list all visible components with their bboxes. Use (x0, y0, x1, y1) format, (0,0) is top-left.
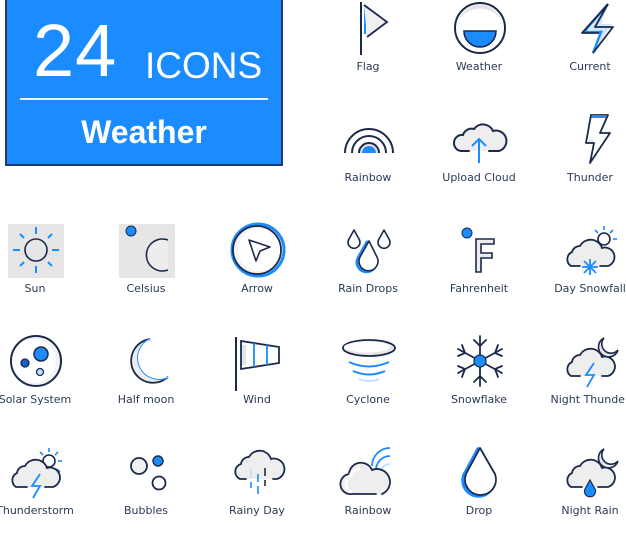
flag-icon (360, 2, 389, 55)
navigation-arrow-icon (230, 222, 286, 278)
icon-item-weather[interactable]: Weather (424, 0, 534, 100)
day-snowfall-icon (566, 226, 617, 275)
icon-label: Thunder (567, 171, 613, 184)
icon-item-upload-cloud[interactable]: Upload Cloud (424, 111, 534, 211)
banner-subtitle: Weather (81, 114, 207, 150)
snowflake-icon (457, 335, 503, 387)
icon-item-half-moon[interactable]: Half moon (91, 333, 201, 433)
icon-label: Day Snowfall (554, 282, 626, 295)
upload-cloud-icon (452, 123, 508, 163)
sun-icon (13, 227, 59, 273)
fahrenheit-icon (461, 227, 495, 273)
icon-item-current[interactable]: Current (535, 0, 626, 100)
night-rain-icon (566, 448, 619, 498)
cyclone-icon (342, 339, 396, 382)
icon-item-celsius[interactable]: Celsius (91, 222, 201, 322)
icon-item-night-rain[interactable]: Night Rain (535, 444, 626, 544)
icon-item-rainbow[interactable]: Rainbow (313, 111, 423, 211)
icon-label: Night Thunder (550, 393, 626, 406)
icon-item-fahrenheit[interactable]: Fahrenheit (424, 222, 534, 322)
icon-item-cloud-rainbow[interactable]: Rainbow (313, 444, 423, 544)
icon-item-wind[interactable]: Wind (202, 333, 312, 433)
icon-item-day-snowfall[interactable]: Day Snowfall (535, 222, 626, 322)
icon-item-night-thunder[interactable]: Night Thunder (535, 333, 626, 433)
bubbles-icon (130, 455, 167, 491)
banner-divider (20, 98, 268, 100)
icon-item-rain-drops[interactable]: Rain Drops (313, 222, 423, 322)
icon-item-thunderstorm[interactable]: Thunderstorm (0, 444, 90, 544)
rainbow-arcs-icon (344, 128, 394, 154)
icon-item-thunder[interactable]: Thunder (535, 111, 626, 211)
night-thunder-icon (566, 337, 619, 388)
icon-item-rainy-day[interactable]: Rainy Day (202, 444, 312, 544)
icon-item-flag[interactable]: Flag (313, 0, 423, 100)
icon-item-bubbles[interactable]: Bubbles (91, 444, 201, 544)
icon-item-snowflake[interactable]: Snowflake (424, 333, 534, 433)
icon-label: Night Rain (561, 504, 619, 517)
weather-icon (454, 2, 506, 54)
thunder-bolt-icon (585, 114, 611, 164)
icon-item-cyclone[interactable]: Cyclone (313, 333, 423, 433)
icon-item-drop[interactable]: Drop (424, 444, 534, 544)
rain-drops-icon (347, 229, 391, 274)
icon-item-solar-system[interactable]: Solar System (0, 333, 90, 433)
icons-word: ICONS (145, 45, 263, 86)
lightning-bolt-icon (581, 3, 614, 54)
celsius-icon (125, 225, 169, 272)
icon-label: Current (569, 60, 611, 73)
icon-item-arrow[interactable]: Arrow (202, 222, 312, 322)
thunderstorm-icon (11, 448, 62, 499)
windsock-icon (235, 337, 280, 391)
drop-icon (461, 447, 497, 498)
icon-count: 24 (33, 9, 118, 92)
rainy-day-icon (234, 449, 286, 494)
title-banner: 24 ICONS Weather (5, 0, 283, 166)
solar-system-icon (10, 335, 62, 387)
half-moon-icon (130, 338, 169, 384)
icon-item-sun[interactable]: Sun (0, 222, 90, 322)
cloud-rainbow-icon (339, 447, 391, 495)
